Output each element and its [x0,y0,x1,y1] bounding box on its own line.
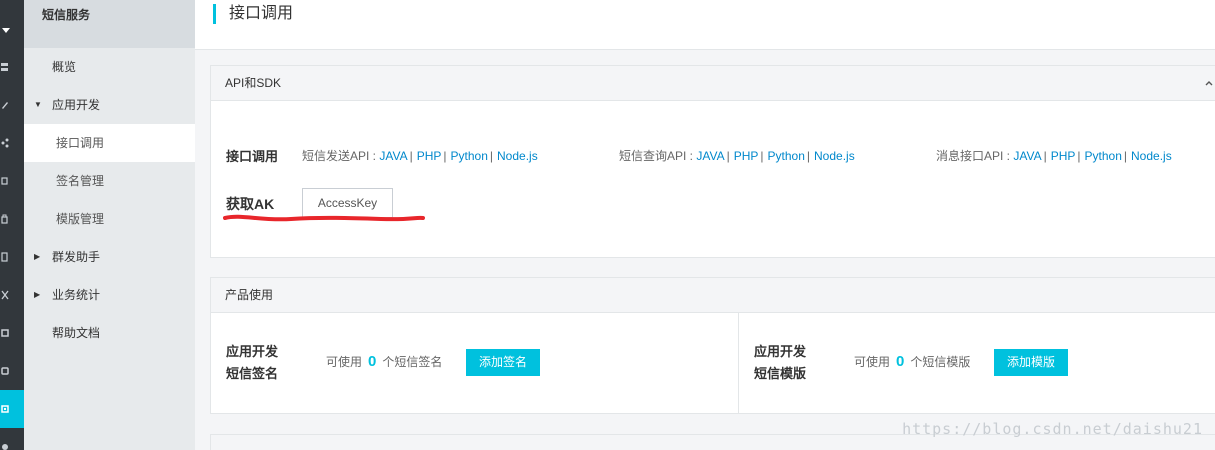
page-title: 接口调用 [229,5,294,22]
sidebar-item-label: 接口调用 [56,136,105,150]
sms-send-api-group: 短信发送API : JAVA | PHP | Python | Node.js [302,149,538,163]
sidebar-item-label: 群发助手 [52,250,101,264]
sms-query-nodejs-link[interactable]: Node.js [814,149,855,163]
sidebar-item-api-call[interactable]: 接口调用 [24,124,195,162]
message-nodejs-link[interactable]: Node.js [1131,149,1172,163]
sidebar-item-app-dev[interactable]: ▼ 应用开发 [24,86,195,124]
tools-icon[interactable] [0,276,24,314]
doc-icon[interactable] [0,238,24,276]
sidebar-item-label: 概览 [52,60,77,74]
link-icon[interactable] [0,352,24,390]
message-java-link[interactable]: JAVA [1013,149,1041,163]
sidebar-title: 短信服务 [24,0,195,48]
share-icon[interactable] [0,124,24,162]
watermark: https://blog.csdn.net/daishu21 [902,420,1203,438]
sms-query-php-link[interactable]: PHP [734,149,759,163]
signature-count-text: 可使用 0 个短信签名 [326,353,443,370]
product-usage-panel: 产品使用 应用开发 短信签名 可使用 0 个短信签名 添加签名 应用开发 短信模版 … [210,277,1215,414]
sidebar-item-label: 应用开发 [52,98,101,112]
square-icon[interactable] [0,162,24,200]
brush-icon[interactable] [0,86,24,124]
menu-caret-icon[interactable] [0,11,24,49]
api-group-label: 短信发送API : [302,149,377,163]
sidebar-item-overview[interactable]: 概览 [24,48,195,86]
main-content: 接口调用 API和SDK 接口调用 短信发送API : JAVA | PHP | Pyt… [195,0,1215,450]
template-count: 0 [896,353,905,370]
caret-down-icon: ▼ [34,100,42,109]
sms-query-api-group: 短信查询API : JAVA | PHP | Python | Node.js [619,149,855,163]
api-sdk-panel: API和SDK 接口调用 短信发送API : JAVA | PHP | Python | N… [210,65,1215,258]
icon-rail [0,0,24,450]
sidebar-item-label: 业务统计 [52,288,101,302]
signature-count: 0 [368,353,377,370]
api-group-label: 消息接口API : [936,149,1011,163]
red-underline-annotation [223,214,425,222]
sms-query-python-link[interactable]: Python [768,149,805,163]
message-php-link[interactable]: PHP [1051,149,1076,163]
page-header: 接口调用 [195,0,1215,50]
add-template-button[interactable]: 添加模版 [994,349,1069,376]
sidebar: 短信服务 概览 ▼ 应用开发 接口调用 签名管理 模版管理 ▶ 群发助手 ▶ 业… [24,0,195,450]
add-signature-button[interactable]: 添加签名 [466,349,541,376]
sms-send-java-link[interactable]: JAVA [379,149,407,163]
cell-title: 应用开发 短信模版 [754,344,807,381]
api-row-label: 接口调用 [226,149,279,164]
message-python-link[interactable]: Python [1085,149,1122,163]
api-group-label: 短信查询API : [619,149,694,163]
box-icon[interactable] [0,314,24,352]
panel-header: API和SDK [211,66,1215,101]
sidebar-item-label: 签名管理 [56,174,105,188]
sidebar-item-stats[interactable]: ▶ 业务统计 [24,276,195,314]
sidebar-item-label: 帮助文档 [52,326,101,340]
sidebar-item-template[interactable]: 模版管理 [24,200,195,238]
sidebar-item-help[interactable]: 帮助文档 [24,314,195,352]
sidebar-item-label: 模版管理 [56,212,105,226]
user-icon[interactable] [0,428,24,450]
chevron-up-icon[interactable] [1205,78,1213,89]
sidebar-item-bulk-send[interactable]: ▶ 群发助手 [24,238,195,276]
sms-send-nodejs-link[interactable]: Node.js [497,149,538,163]
sms-query-java-link[interactable]: JAVA [696,149,724,163]
panel-header: 产品使用 [211,278,1215,313]
caret-right-icon: ▶ [34,290,41,299]
cell-title: 应用开发 短信签名 [226,344,279,381]
sms-send-php-link[interactable]: PHP [417,149,442,163]
grid-icon[interactable] [0,48,24,86]
message-api-group: 消息接口API : JAVA | PHP | Python | Node.js [936,149,1172,163]
caret-right-icon: ▶ [34,252,41,261]
template-count-text: 可使用 0 个短信模版 [854,353,971,370]
sms-send-python-link[interactable]: Python [451,149,488,163]
sms-icon[interactable] [0,390,24,428]
signature-usage-cell: 应用开发 短信签名 可使用 0 个短信签名 添加签名 [211,313,738,413]
sidebar-item-signature[interactable]: 签名管理 [24,162,195,200]
title-accent-bar [213,4,216,24]
api-row: 接口调用 短信发送API : JAVA | PHP | Python | Node.js 短… [226,146,1215,166]
bag-icon[interactable] [0,200,24,238]
template-usage-cell: 应用开发 短信模版 可使用 0 个短信模版 添加模版 [739,313,1215,413]
